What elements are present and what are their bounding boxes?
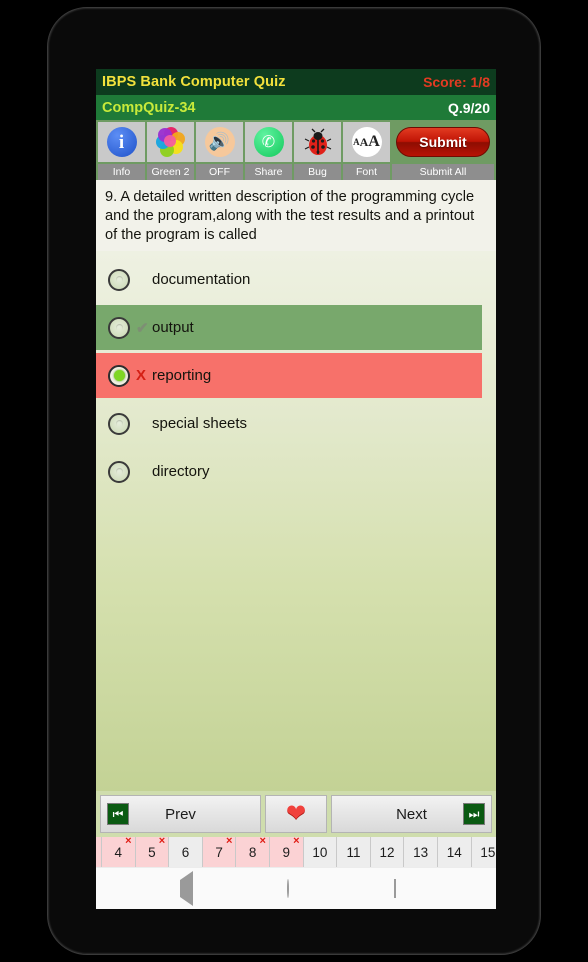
speaker-off-icon: 🔊 xyxy=(204,127,235,157)
question-cell-label-5: 5 xyxy=(148,844,156,860)
question-cell-8[interactable]: × 8 xyxy=(236,837,270,867)
question-cell-9[interactable]: × 9 xyxy=(269,837,304,867)
toolbar-label-font[interactable]: Font xyxy=(343,164,390,180)
option-label-0: documentation xyxy=(152,271,251,288)
wrong-mark-8: × xyxy=(259,837,266,847)
font-size-icon: AAA xyxy=(351,127,382,157)
toolbar-label-share[interactable]: Share xyxy=(245,164,292,180)
quiz-sub-bar: CompQuiz-34 Q.9/20 xyxy=(96,95,496,120)
next-button[interactable]: Next ⏭ xyxy=(331,795,492,833)
heart-icon: ❤ xyxy=(285,800,307,827)
radio-button-4[interactable] xyxy=(108,460,130,483)
question-counter: Q.9/20 xyxy=(447,99,490,116)
phone-screen: IBPS Bank Computer Quiz Score: 1/8 CompQ… xyxy=(96,69,496,909)
question-cell-label-7: 7 xyxy=(215,844,223,860)
question-number-strip: × 4 × 5 6 × 7 × 8 × 9 10 11 12 13 14 15 xyxy=(96,837,496,867)
prev-button[interactable]: ⏮ Prev xyxy=(100,795,261,833)
option-row-2[interactable]: X reporting xyxy=(96,353,482,398)
wrong-cross-icon: X xyxy=(136,367,147,384)
toolbar-label-submit-all[interactable]: Submit All xyxy=(392,164,494,180)
wrong-mark-7: × xyxy=(225,837,233,847)
question-cell-11[interactable]: 11 xyxy=(337,837,371,867)
submit-button-label: Submit xyxy=(396,127,490,157)
wrong-mark-9: × xyxy=(293,837,300,847)
option-label-3: special sheets xyxy=(152,415,248,432)
question-cell-label-10: 10 xyxy=(312,844,328,860)
score-badge: Score: 1/8 xyxy=(423,74,490,90)
toolbar-button-share[interactable]: ✆ xyxy=(245,122,292,162)
toolbar-button-sound[interactable]: 🔊 xyxy=(196,122,243,162)
toolbar-button-submit[interactable]: Submit xyxy=(392,122,494,162)
toolbar-label-row: Info Green 2 OFF Share Bug Font Submit A… xyxy=(98,164,494,180)
question-text: 9. A detailed written description of the… xyxy=(105,189,475,243)
toolbar-label-sound[interactable]: OFF xyxy=(196,164,243,180)
question-cell-10[interactable]: 10 xyxy=(303,837,338,867)
quiz-id-label: CompQuiz-34 xyxy=(102,99,196,116)
option-row-1[interactable]: ✔ output xyxy=(96,305,482,350)
toolbar-label-bug[interactable]: Bug xyxy=(294,164,341,180)
prev-button-label: Prev xyxy=(165,805,196,823)
home-circle-icon[interactable] xyxy=(286,878,305,898)
question-cell-label-8: 8 xyxy=(248,844,257,860)
toolbar-button-theme[interactable] xyxy=(147,122,194,162)
quiz-nav-bar: ⏮ Prev ❤ Next ⏭ xyxy=(96,791,496,837)
question-cell-4[interactable]: × 4 xyxy=(102,837,136,867)
skip-to-end-icon: ⏭ xyxy=(463,803,485,825)
back-triangle-icon[interactable] xyxy=(180,870,198,906)
option-label-2: reporting xyxy=(152,367,212,384)
toolbar-label-theme[interactable]: Green 2 xyxy=(147,164,194,180)
question-cell-12[interactable]: 12 xyxy=(370,837,405,867)
device-frame: IBPS Bank Computer Quiz Score: 1/8 CompQ… xyxy=(47,7,541,955)
option-label-4: directory xyxy=(152,463,210,480)
option-row-3[interactable]: special sheets xyxy=(96,401,482,446)
radio-button-2[interactable] xyxy=(108,364,130,387)
system-navigation-bar xyxy=(96,867,496,909)
favorite-button[interactable]: ❤ xyxy=(265,795,327,833)
recents-square-icon[interactable] xyxy=(393,878,412,898)
question-cell-5[interactable]: × 5 xyxy=(135,837,170,867)
toolbar-label-info[interactable]: Info xyxy=(98,164,145,180)
bug-icon xyxy=(303,127,333,157)
radio-button-1[interactable] xyxy=(108,316,130,339)
question-cell-label-11: 11 xyxy=(346,844,361,860)
toolbar-button-info[interactable]: i xyxy=(98,122,145,162)
question-cell-label-4: 4 xyxy=(114,844,123,860)
wrong-mark-4: × xyxy=(125,837,132,847)
question-cell-6[interactable]: 6 xyxy=(169,837,203,867)
toolbar-button-font[interactable]: AAA xyxy=(343,122,390,162)
answer-options-list: documentation ✔ output X reporting speci… xyxy=(96,251,496,791)
radio-button-3[interactable] xyxy=(108,412,130,435)
question-cell-13[interactable]: 13 xyxy=(404,837,438,867)
question-container: 9. A detailed written description of the… xyxy=(96,180,496,251)
wrong-mark-5: × xyxy=(158,837,166,847)
question-cell-14[interactable]: 14 xyxy=(437,837,472,867)
next-button-label: Next xyxy=(396,805,427,823)
share-icon: ✆ xyxy=(253,127,284,157)
option-label-1: output xyxy=(152,319,194,336)
toolbar-button-bug[interactable] xyxy=(294,122,341,162)
question-cell-label-15: 15 xyxy=(480,844,496,860)
toolbar: i 🔊 ✆ A A A Submit Info Green 2 OFF Shar… xyxy=(96,120,496,180)
question-cell-label-6: 6 xyxy=(181,844,190,860)
radio-button-0[interactable] xyxy=(108,268,130,291)
palette-icon xyxy=(155,127,186,157)
app-title: IBPS Bank Computer Quiz xyxy=(102,74,286,90)
correct-check-icon: ✔ xyxy=(136,319,149,337)
option-row-4[interactable]: directory xyxy=(96,449,482,494)
question-cell-label-13: 13 xyxy=(413,844,429,860)
question-cell-15[interactable]: 15 xyxy=(471,837,496,867)
question-cell-label-12: 12 xyxy=(379,844,395,860)
app-title-bar: IBPS Bank Computer Quiz Score: 1/8 xyxy=(96,69,496,95)
option-row-0[interactable]: documentation xyxy=(96,257,482,302)
info-icon: i xyxy=(106,127,137,157)
toolbar-icon-row: i 🔊 ✆ A A A Submit xyxy=(98,122,494,162)
question-cell-label-9: 9 xyxy=(282,844,291,860)
question-cell-7[interactable]: × 7 xyxy=(202,837,237,867)
skip-to-start-icon: ⏮ xyxy=(107,803,129,825)
question-cell-label-14: 14 xyxy=(446,844,462,860)
